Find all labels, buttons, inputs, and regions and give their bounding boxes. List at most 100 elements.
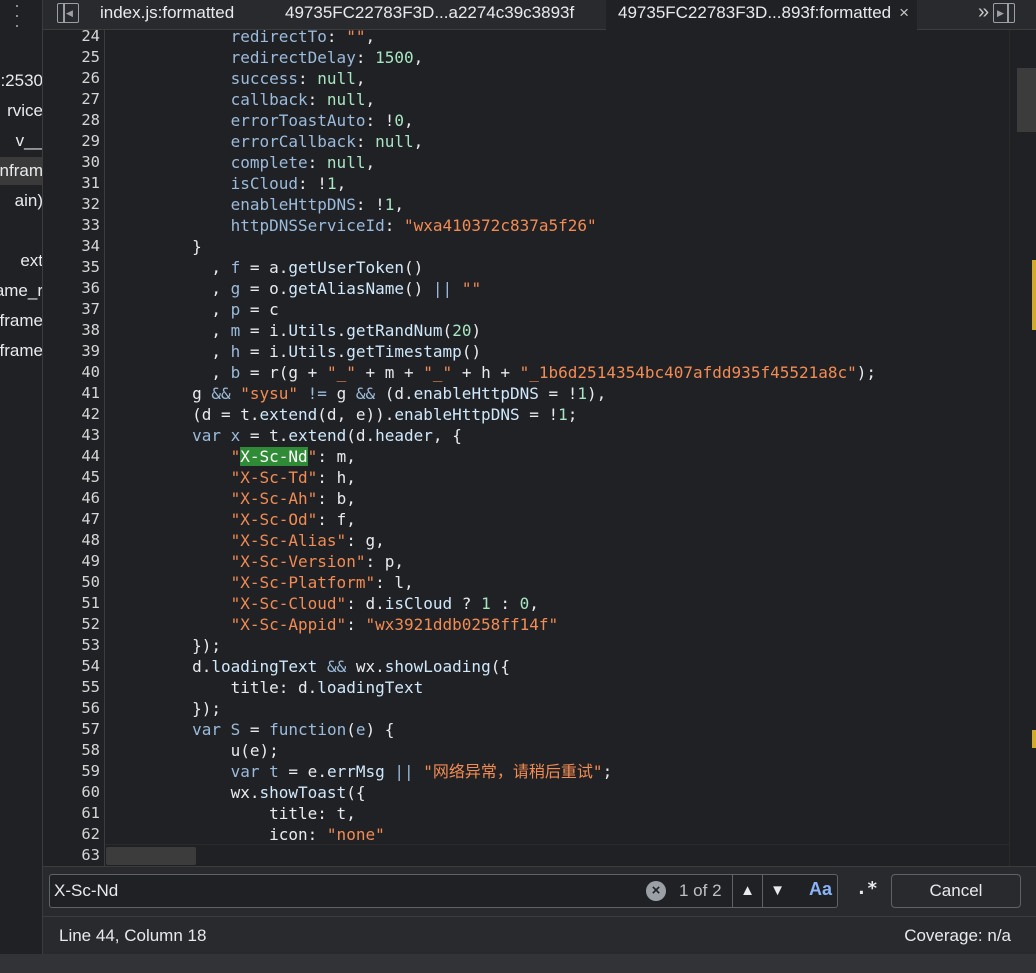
close-tab-icon[interactable]: × — [899, 3, 909, 22]
search-field[interactable]: × 1 of 2 ▲ ▼ — [49, 874, 838, 908]
toggle-navigator-icon[interactable]: ◀ — [57, 3, 79, 23]
code-line[interactable]: g && "sysu" != g && (d.enableHttpDNS = !… — [115, 383, 1019, 404]
code-line[interactable]: "X-Sc-Version": p, — [115, 551, 1019, 572]
navigator-item[interactable]: ain) — [0, 187, 42, 215]
code-line[interactable]: wx.showToast({ — [115, 782, 1019, 803]
line-number[interactable]: 30 — [43, 152, 100, 173]
line-number[interactable]: 59 — [43, 761, 100, 782]
line-number[interactable]: 53 — [43, 635, 100, 656]
code-line[interactable]: "X-Sc-Platform": l, — [115, 572, 1019, 593]
code-line[interactable]: "X-Sc-Ah": b, — [115, 488, 1019, 509]
code-line[interactable]: success: null, — [115, 68, 1019, 89]
line-number[interactable]: 57 — [43, 719, 100, 740]
line-number[interactable]: 44 — [43, 446, 100, 467]
code-line[interactable]: httpDNSServiceId: "wxa410372c837a5f26" — [115, 215, 1019, 236]
code-line[interactable]: "X-Sc-Nd": m, — [115, 446, 1019, 467]
previous-match-button[interactable]: ▲ — [732, 875, 762, 907]
next-match-button[interactable]: ▼ — [762, 875, 792, 907]
code-line[interactable]: icon: "none" — [115, 824, 1019, 845]
navigator-item[interactable]: frame — [0, 337, 42, 365]
code-line[interactable]: title: d.loadingText — [115, 677, 1019, 698]
navigator-item[interactable]: v__ — [0, 127, 42, 155]
line-number[interactable]: 48 — [43, 530, 100, 551]
line-number[interactable]: 56 — [43, 698, 100, 719]
code-line[interactable]: , b = r(g + "_" + m + "_" + h + "_1b6d25… — [115, 362, 1019, 383]
code-line[interactable]: } — [115, 236, 1019, 257]
line-number[interactable]: 35 — [43, 257, 100, 278]
coverage-status[interactable]: Coverage: n/a — [904, 917, 1011, 955]
navigator-item[interactable]: ame_r — [0, 277, 42, 305]
code-line[interactable]: "X-Sc-Od": f, — [115, 509, 1019, 530]
navigator-item[interactable]: frame — [0, 307, 42, 335]
navigator-item[interactable]: ext — [0, 247, 42, 275]
line-number[interactable]: 47 — [43, 509, 100, 530]
code-line[interactable]: "X-Sc-Appid": "wx3921ddb0258ff14f" — [115, 614, 1019, 635]
match-case-button[interactable]: Aa — [809, 879, 832, 900]
line-number[interactable]: 26 — [43, 68, 100, 89]
code-line[interactable]: , h = i.Utils.getTimestamp() — [115, 341, 1019, 362]
line-number[interactable]: 43 — [43, 425, 100, 446]
code-line[interactable]: errorCallback: null, — [115, 131, 1019, 152]
line-number[interactable]: 32 — [43, 194, 100, 215]
line-number[interactable]: 33 — [43, 215, 100, 236]
toggle-debugger-icon[interactable]: ▶ — [993, 3, 1015, 23]
line-number[interactable]: 45 — [43, 467, 100, 488]
line-number[interactable]: 58 — [43, 740, 100, 761]
line-number[interactable]: 62 — [43, 824, 100, 845]
cancel-button[interactable]: Cancel — [891, 874, 1021, 908]
line-number[interactable]: 36 — [43, 278, 100, 299]
line-number[interactable]: 49 — [43, 551, 100, 572]
more-options-icon[interactable]: · · · — [10, 0, 24, 34]
tab-formatted-source[interactable]: 49735FC22783F3D...893f:formatted × — [606, 0, 918, 30]
code-line[interactable]: , g = o.getAliasName() || "" — [115, 278, 1019, 299]
more-tabs-icon[interactable]: » — [978, 0, 989, 26]
code-line[interactable]: "X-Sc-Td": h, — [115, 467, 1019, 488]
code-line[interactable]: }); — [115, 635, 1019, 656]
line-number[interactable]: 37 — [43, 299, 100, 320]
navigator-item[interactable]: :2530 — [0, 67, 42, 95]
code-line[interactable]: enableHttpDNS: !1, — [115, 194, 1019, 215]
code-line[interactable]: callback: null, — [115, 89, 1019, 110]
line-number[interactable]: 52 — [43, 614, 100, 635]
code-line[interactable]: }); — [115, 698, 1019, 719]
clear-search-icon[interactable]: × — [646, 881, 666, 901]
code-line[interactable]: , p = c — [115, 299, 1019, 320]
line-number[interactable]: 54 — [43, 656, 100, 677]
line-number[interactable]: 28 — [43, 110, 100, 131]
line-number[interactable]: 51 — [43, 593, 100, 614]
line-number[interactable]: 60 — [43, 782, 100, 803]
code-line[interactable]: , m = i.Utils.getRandNum(20) — [115, 320, 1019, 341]
line-number[interactable]: 55 — [43, 677, 100, 698]
code-line[interactable]: errorToastAuto: !0, — [115, 110, 1019, 131]
line-number[interactable]: 24 — [43, 30, 100, 47]
code-line[interactable]: "X-Sc-Cloud": d.isCloud ? 1 : 0, — [115, 593, 1019, 614]
line-number[interactable]: 39 — [43, 341, 100, 362]
code-line[interactable]: var x = t.extend(d.header, { — [115, 425, 1019, 446]
line-number[interactable]: 34 — [43, 236, 100, 257]
line-number[interactable]: 29 — [43, 131, 100, 152]
regex-button[interactable]: .* — [856, 878, 878, 899]
line-number[interactable]: 31 — [43, 173, 100, 194]
code-line[interactable]: "X-Sc-Alias": g, — [115, 530, 1019, 551]
code-line[interactable]: , f = a.getUserToken() — [115, 257, 1019, 278]
code-line[interactable]: redirectDelay: 1500, — [115, 47, 1019, 68]
vertical-scrollbar[interactable] — [1009, 30, 1036, 866]
code-content[interactable]: redirectTo: "", redirectDelay: 1500, suc… — [105, 30, 1009, 866]
line-number[interactable]: 40 — [43, 362, 100, 383]
code-line[interactable]: complete: null, — [115, 152, 1019, 173]
horizontal-scroll-thumb[interactable] — [106, 847, 196, 865]
navigator-item[interactable]: rvice — [0, 97, 42, 125]
line-number[interactable]: 50 — [43, 572, 100, 593]
navigator-item[interactable]: nfram — [0, 157, 42, 185]
search-input[interactable] — [54, 875, 634, 907]
code-line[interactable]: d.loadingText && wx.showLoading({ — [115, 656, 1019, 677]
code-line[interactable]: var S = function(e) { — [115, 719, 1019, 740]
line-number[interactable]: 27 — [43, 89, 100, 110]
code-line[interactable]: u(e); — [115, 740, 1019, 761]
line-number[interactable]: 61 — [43, 803, 100, 824]
code-line[interactable]: var t = e.errMsg || "网络异常，请稍后重试"; — [115, 761, 1019, 782]
code-line[interactable]: title: t, — [115, 803, 1019, 824]
code-line[interactable]: (d = t.extend(d, e)).enableHttpDNS = !1; — [115, 404, 1019, 425]
vertical-scroll-thumb[interactable] — [1017, 68, 1036, 132]
tab-index-js-formatted[interactable]: index.js:formatted — [88, 0, 246, 30]
